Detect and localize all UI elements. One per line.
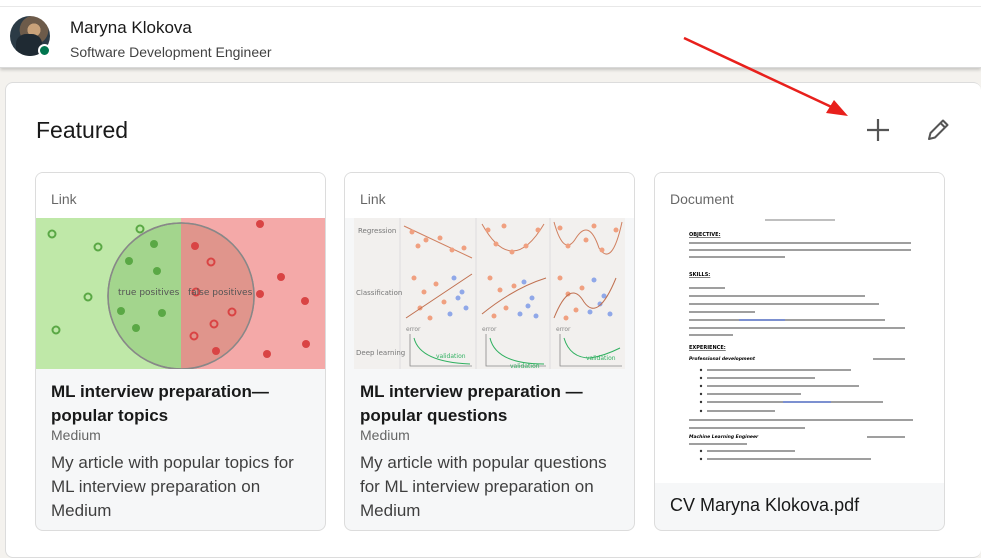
validation-label: validation xyxy=(586,355,616,362)
doc-heading-experience: EXPERIENCE: xyxy=(689,345,726,351)
error-axis-label: error xyxy=(556,326,571,333)
validation-label: validation xyxy=(510,363,540,369)
featured-section: Featured Link true positives false posit… xyxy=(5,82,981,558)
doc-heading-skills: SKILLS: xyxy=(689,272,710,278)
plus-icon xyxy=(867,119,889,141)
error-axis-label: error xyxy=(406,326,421,333)
deep-learning-row-label: Deep learning xyxy=(356,349,405,357)
item-description: My article with popular topics for ML in… xyxy=(51,453,294,520)
error-axis-label: error xyxy=(482,326,497,333)
model-fit-thumbnail: Regression Classification Deep learning xyxy=(354,218,625,369)
item-description: My article with popular questions for ML… xyxy=(360,453,607,520)
true-positives-label: true positives xyxy=(118,288,180,298)
item-type-label: Link xyxy=(360,191,386,207)
featured-item-cv-document[interactable]: Document OBJECTIVE: SKILLS: EXPERIENCE: … xyxy=(654,172,945,531)
online-status-dot xyxy=(38,44,51,57)
false-positives-label: false positives xyxy=(188,288,253,298)
profile-headline: Software Development Engineer xyxy=(70,44,272,60)
profile-bar: Maryna Klokova Software Development Engi… xyxy=(0,0,981,68)
item-header xyxy=(36,173,325,218)
add-featured-button[interactable] xyxy=(861,113,895,147)
doc-heading-objective: OBJECTIVE: xyxy=(689,232,721,238)
item-type-label: Document xyxy=(670,191,734,207)
doc-job-ml-engineer: Machine Learning Engineer xyxy=(689,434,759,440)
item-source: Medium xyxy=(51,427,101,443)
item-type-label: Link xyxy=(51,191,77,207)
edit-featured-button[interactable] xyxy=(921,113,955,147)
classification-row-label: Classification xyxy=(356,289,402,297)
item-header xyxy=(345,173,634,218)
item-title[interactable]: ML interview preparation—popular topics xyxy=(51,380,313,428)
featured-item-topics[interactable]: Link true positives false positives ML i… xyxy=(35,172,326,531)
item-title[interactable]: ML interview preparation — popular quest… xyxy=(360,380,622,428)
doc-job-professional-development: Professional development xyxy=(689,356,756,362)
featured-title: Featured xyxy=(36,117,129,143)
document-title[interactable]: CV Maryna Klokova.pdf xyxy=(670,495,859,516)
document-page-thumbnail: OBJECTIVE: SKILLS: EXPERIENCE: Professio… xyxy=(689,219,913,461)
pencil-icon xyxy=(928,119,949,140)
featured-item-questions[interactable]: Link Regression Classification Deep lear… xyxy=(344,172,635,531)
regression-row-label: Regression xyxy=(358,227,396,235)
validation-label: validation xyxy=(436,353,466,360)
profile-name[interactable]: Maryna Klokova xyxy=(70,18,192,38)
divider xyxy=(0,6,981,7)
item-source: Medium xyxy=(360,427,410,443)
confusion-venn-thumbnail: true positives false positives xyxy=(36,218,325,369)
document-preview: OBJECTIVE: SKILLS: EXPERIENCE: Professio… xyxy=(655,218,944,483)
